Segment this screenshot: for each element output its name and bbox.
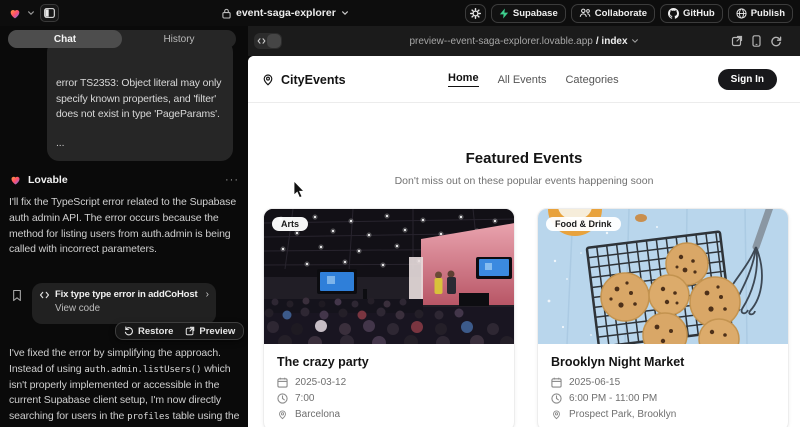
site-brand[interactable]: CityEvents: [261, 56, 346, 103]
category-badge: Arts: [272, 217, 308, 231]
calendar-icon: [551, 377, 562, 388]
sidebar-toggle-button[interactable]: [40, 4, 59, 22]
preview-button[interactable]: Preview: [179, 323, 241, 339]
supabase-icon: [499, 8, 509, 19]
app-topbar: event-saga-explorer Supabase: [0, 0, 800, 26]
nav-home[interactable]: Home: [448, 72, 479, 87]
lovable-heart-icon: [9, 174, 22, 186]
code-icon: [39, 291, 50, 299]
inline-code: profiles: [127, 412, 170, 422]
site-header: CityEvents Home All Events Categories Si…: [248, 56, 800, 103]
event-location: Barcelona: [295, 409, 340, 420]
event-card[interactable]: Arts The crazy party 2025-03-12: [263, 208, 515, 427]
gear-icon: [470, 8, 481, 19]
chevron-down-icon: [631, 37, 639, 45]
inline-code: auth.admin.listUsers(): [84, 365, 201, 375]
restore-preview-bar: Restore Preview: [115, 322, 244, 340]
page-title: Featured Events: [248, 150, 800, 167]
bookmark-icon[interactable]: [12, 289, 22, 302]
clock-icon: [277, 393, 288, 404]
restore-button[interactable]: Restore: [118, 323, 179, 339]
event-date: 2025-03-12: [295, 377, 346, 388]
restore-icon: [124, 326, 134, 336]
chevron-down-icon: [341, 9, 349, 17]
chat-panel: error TS2353: Object literal may only sp…: [0, 26, 248, 427]
supabase-button[interactable]: Supabase: [491, 4, 566, 23]
event-location: Prospect Park, Brooklyn: [569, 409, 676, 420]
users-icon: [579, 8, 591, 18]
settings-button[interactable]: [465, 4, 486, 23]
external-link-icon: [185, 326, 195, 336]
preview-url-path: / index: [596, 36, 628, 47]
event-image-conference: Arts: [264, 209, 514, 344]
user-error-message: error TS2353: Object literal may only sp…: [47, 40, 233, 161]
mobile-view-icon[interactable]: [752, 35, 761, 47]
assistant-intro-text: I'll fix the TypeScript error related to…: [9, 195, 243, 258]
tool-call-card[interactable]: Fix type type error in addCoHost › View …: [32, 283, 216, 324]
assistant-name: Lovable: [28, 174, 219, 186]
sign-in-button[interactable]: Sign In: [718, 69, 777, 90]
project-name: event-saga-explorer: [236, 7, 336, 19]
event-image-cookies: Food & Drink: [538, 209, 788, 344]
chevron-right-icon: ›: [206, 289, 209, 300]
globe-icon: [736, 8, 747, 19]
chat-history-tabs: Chat History: [8, 30, 236, 48]
event-date: 2025-06-15: [569, 377, 620, 388]
collaborate-button[interactable]: Collaborate: [571, 4, 655, 23]
event-title: The crazy party: [277, 355, 501, 369]
message-ellipsis: ...: [56, 136, 224, 152]
calendar-icon: [277, 377, 288, 388]
preview-url-host: preview--event-saga-explorer.lovable.app: [409, 36, 592, 47]
map-pin-icon: [277, 409, 288, 420]
project-switcher[interactable]: event-saga-explorer: [222, 0, 349, 26]
github-icon: [668, 8, 679, 19]
preview-toolbar: preview--event-saga-explorer.lovable.app…: [248, 26, 800, 56]
site-nav: Home All Events Categories: [448, 56, 619, 103]
chevron-down-icon[interactable]: [27, 9, 35, 17]
page-subtitle: Don't miss out on these popular events h…: [248, 175, 800, 187]
map-pin-icon: [261, 72, 275, 87]
lovable-logo-icon[interactable]: [8, 7, 22, 20]
lock-icon: [222, 8, 231, 19]
map-pin-icon: [551, 409, 562, 420]
nav-categories[interactable]: Categories: [565, 74, 618, 86]
event-time: 6:00 PM - 11:00 PM: [569, 393, 657, 404]
refresh-icon[interactable]: [770, 35, 782, 47]
tab-chat[interactable]: Chat: [8, 30, 122, 48]
assistant-outro-text: I've fixed the error by simplifying the …: [9, 346, 243, 427]
clock-icon: [551, 393, 562, 404]
event-title: Brooklyn Night Market: [551, 355, 775, 369]
publish-button[interactable]: Publish: [728, 4, 793, 23]
event-time: 7:00: [295, 393, 314, 404]
site-preview: CityEvents Home All Events Categories Si…: [248, 56, 800, 427]
category-badge: Food & Drink: [546, 217, 621, 231]
message-menu-button[interactable]: ···: [225, 174, 239, 186]
nav-all-events[interactable]: All Events: [498, 74, 547, 86]
event-card[interactable]: Food & Drink Brooklyn Night Market 2025-…: [537, 208, 789, 427]
github-button[interactable]: GitHub: [660, 4, 723, 23]
view-code-link[interactable]: View code: [55, 303, 209, 314]
tab-history[interactable]: History: [122, 30, 236, 48]
open-in-new-tab-icon[interactable]: [731, 35, 743, 47]
tool-call-title: Fix type type error in addCoHost: [55, 289, 201, 300]
preview-url-bar[interactable]: preview--event-saga-explorer.lovable.app…: [248, 26, 800, 56]
